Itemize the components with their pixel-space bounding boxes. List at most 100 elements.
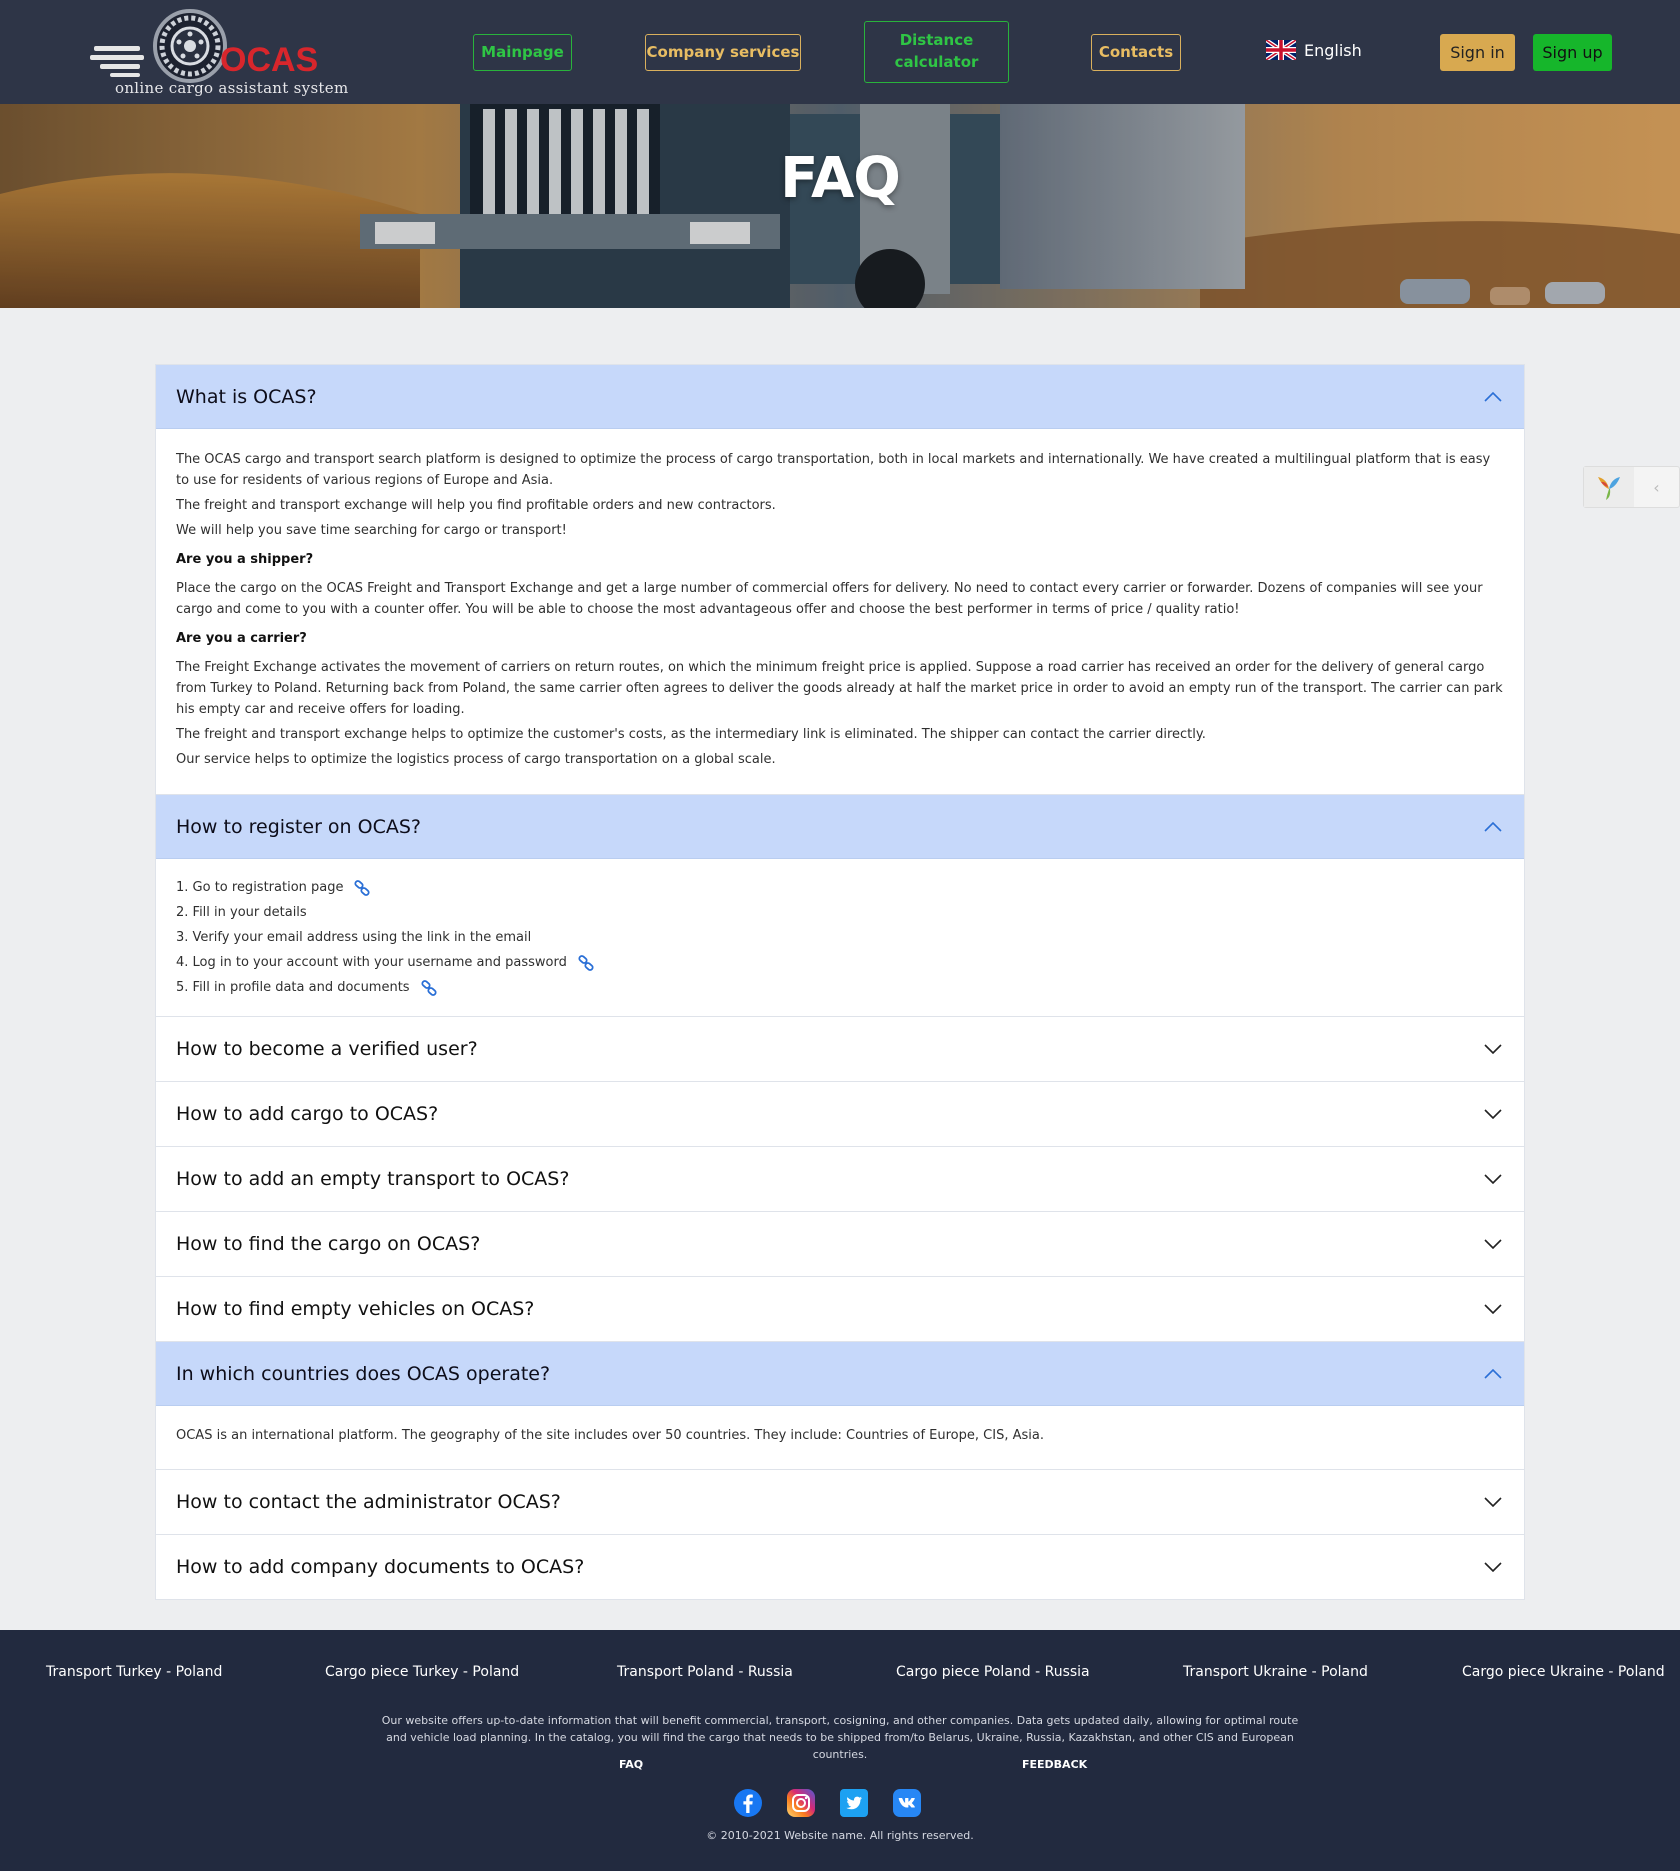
top-navbar: OCAS online cargo assistant system Mainp…: [0, 0, 1680, 104]
faq-question-verified-user[interactable]: How to become a verified user?: [156, 1017, 1524, 1081]
faq-item-countries: In which countries does OCAS operate? OC…: [156, 1342, 1524, 1470]
chevron-up-icon[interactable]: [1482, 816, 1504, 838]
faq-question-company-documents[interactable]: How to add company documents to OCAS?: [156, 1535, 1524, 1599]
step-text: 1. Go to registration page: [176, 880, 344, 895]
faq-answer-countries: OCAS is an international platform. The g…: [156, 1406, 1524, 1469]
chevron-down-icon[interactable]: [1482, 1556, 1504, 1578]
footer-link-transport-poland-russia[interactable]: Transport Poland - Russia: [617, 1664, 793, 1680]
footer-link-transport-turkey-poland[interactable]: Transport Turkey - Poland: [46, 1664, 222, 1680]
chevron-down-icon[interactable]: [1482, 1103, 1504, 1125]
answer-paragraph: Place the cargo on the OCAS Freight and …: [176, 581, 1483, 617]
step-text: 3. Verify your email address using the l…: [176, 930, 532, 945]
register-step: 4. Log in to your account with your user…: [176, 950, 1504, 975]
language-selector[interactable]: English: [1266, 40, 1362, 60]
answer-paragraph: The freight and transport exchange helps…: [176, 727, 1206, 742]
link-icon[interactable]: [420, 979, 438, 997]
faq-question-add-empty-transport[interactable]: How to add an empty transport to OCAS?: [156, 1147, 1524, 1211]
nav-mainpage[interactable]: Mainpage: [473, 34, 572, 71]
faq-question-text: How to add company documents to OCAS?: [176, 1556, 585, 1578]
footer-link-cargo-poland-russia[interactable]: Cargo piece Poland - Russia: [896, 1664, 1090, 1680]
chevron-down-icon[interactable]: [1482, 1168, 1504, 1190]
faq-answer-register: 1. Go to registration page 2. Fill in yo…: [156, 859, 1524, 1016]
register-step: 5. Fill in profile data and documents: [176, 975, 1504, 1000]
faq-question-text: How to add cargo to OCAS?: [176, 1103, 439, 1125]
answer-subheading-carrier: Are you a carrier?: [176, 631, 307, 646]
faq-question-contact-admin[interactable]: How to contact the administrator OCAS?: [156, 1470, 1524, 1534]
answer-paragraph: Our service helps to optimize the logist…: [176, 752, 776, 767]
faq-question-add-cargo[interactable]: How to add cargo to OCAS?: [156, 1082, 1524, 1146]
distance-label-line2: calculator: [894, 53, 979, 71]
faq-item-company-documents: How to add company documents to OCAS?: [156, 1535, 1524, 1599]
answer-paragraph: The OCAS cargo and transport search plat…: [176, 452, 1491, 488]
faq-item-add-cargo: How to add cargo to OCAS?: [156, 1082, 1524, 1147]
vk-icon[interactable]: [892, 1788, 922, 1818]
footer-link-cargo-turkey-poland[interactable]: Cargo piece Turkey - Poland: [325, 1664, 519, 1680]
chevron-up-icon[interactable]: [1482, 386, 1504, 408]
svg-text:OCAS: OCAS: [220, 41, 318, 79]
hero-banner: FAQ: [0, 104, 1680, 308]
faq-item-contact-admin: How to contact the administrator OCAS?: [156, 1470, 1524, 1535]
faq-question-text: In which countries does OCAS operate?: [176, 1362, 551, 1385]
answer-paragraph: We will help you save time searching for…: [176, 523, 567, 538]
faq-item-verified-user: How to become a verified user?: [156, 1017, 1524, 1082]
answer-paragraph: The Freight Exchange activates the movem…: [176, 660, 1503, 717]
step-text: 2. Fill in your details: [176, 905, 307, 920]
sign-in-button[interactable]: Sign in: [1440, 34, 1515, 71]
link-icon[interactable]: [577, 954, 595, 972]
uk-flag-icon: [1266, 40, 1296, 60]
step-text: 5. Fill in profile data and documents: [176, 980, 410, 995]
faq-item-find-cargo: How to find the cargo on OCAS?: [156, 1212, 1524, 1277]
faq-question-text: How to find the cargo on OCAS?: [176, 1233, 481, 1255]
answer-paragraph: The freight and transport exchange will …: [176, 498, 776, 513]
distance-label-line1: Distance: [899, 31, 974, 50]
footer: Transport Turkey - Poland Cargo piece Tu…: [0, 1630, 1680, 1871]
faq-accordion: What is OCAS? The OCAS cargo and transpo…: [155, 364, 1525, 1600]
faq-item-find-vehicles: How to find empty vehicles on OCAS?: [156, 1277, 1524, 1342]
faq-question-text: How to contact the administrator OCAS?: [176, 1491, 561, 1513]
faq-question-text: How to become a verified user?: [176, 1038, 478, 1060]
footer-faq-link[interactable]: FAQ: [619, 1758, 643, 1771]
chevron-down-icon[interactable]: [1482, 1038, 1504, 1060]
register-step: 1. Go to registration page: [176, 875, 1504, 900]
register-step: 2. Fill in your details: [176, 900, 1504, 925]
twitter-icon[interactable]: [839, 1788, 869, 1818]
copyright: © 2010-2021 Website name. All rights res…: [706, 1829, 974, 1842]
faq-question-register[interactable]: How to register on OCAS?: [156, 795, 1524, 859]
faq-question-text: How to add an empty transport to OCAS?: [176, 1168, 570, 1190]
nav-contacts[interactable]: Contacts: [1091, 34, 1181, 71]
faq-answer-what-is-ocas: The OCAS cargo and transport search plat…: [156, 429, 1524, 794]
faq-item-register: How to register on OCAS? 1. Go to regist…: [156, 795, 1524, 1017]
chevron-down-icon[interactable]: [1482, 1233, 1504, 1255]
facebook-icon[interactable]: [733, 1788, 763, 1818]
step-text: 4. Log in to your account with your user…: [176, 955, 567, 970]
footer-feedback-link[interactable]: FEEDBACK: [1022, 1758, 1087, 1771]
logo-tagline: online cargo assistant system: [115, 79, 349, 97]
social-links: [733, 1788, 922, 1818]
faq-question-text: How to register on OCAS?: [176, 815, 421, 838]
faq-question-find-cargo[interactable]: How to find the cargo on OCAS?: [156, 1212, 1524, 1276]
side-widget: ‹: [1583, 466, 1680, 508]
faq-item-add-empty-transport: How to add an empty transport to OCAS?: [156, 1147, 1524, 1212]
faq-question-text: What is OCAS?: [176, 385, 317, 408]
faq-question-what-is-ocas[interactable]: What is OCAS?: [156, 365, 1524, 429]
answer-paragraph: OCAS is an international platform. The g…: [176, 1428, 1044, 1443]
footer-link-transport-ukraine-poland[interactable]: Transport Ukraine - Poland: [1183, 1664, 1368, 1680]
faq-question-countries[interactable]: In which countries does OCAS operate?: [156, 1342, 1524, 1406]
chevron-down-icon[interactable]: [1482, 1298, 1504, 1320]
footer-description: Our website offers up-to-date informatio…: [381, 1714, 1299, 1761]
footer-link-cargo-ukraine-poland[interactable]: Cargo piece Ukraine - Poland: [1462, 1664, 1665, 1680]
chevron-up-icon[interactable]: [1482, 1363, 1504, 1385]
faq-question-find-vehicles[interactable]: How to find empty vehicles on OCAS?: [156, 1277, 1524, 1341]
link-icon[interactable]: [353, 879, 371, 897]
instagram-icon[interactable]: [786, 1788, 816, 1818]
register-step: 3. Verify your email address using the l…: [176, 925, 1504, 950]
collapse-widget-chevron-left-icon[interactable]: ‹: [1634, 467, 1679, 507]
answer-subheading-shipper: Are you a shipper?: [176, 552, 314, 567]
sign-up-button[interactable]: Sign up: [1533, 34, 1612, 71]
page-title: FAQ: [780, 146, 901, 211]
chevron-down-icon[interactable]: [1482, 1491, 1504, 1513]
nav-company-services[interactable]: Company services: [645, 34, 801, 71]
yii-logo-icon[interactable]: [1584, 467, 1634, 507]
faq-question-text: How to find empty vehicles on OCAS?: [176, 1298, 535, 1320]
nav-distance-calculator[interactable]: Distance calculator: [864, 21, 1009, 83]
